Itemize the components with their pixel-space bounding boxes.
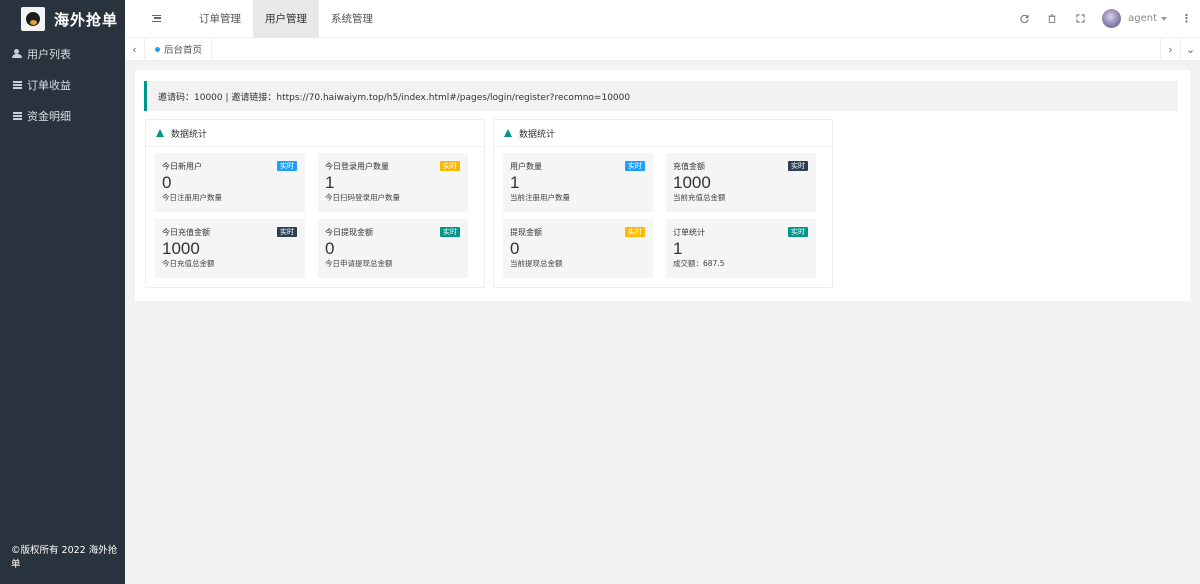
- fullscreen-icon[interactable]: [1066, 0, 1094, 38]
- stat-card: 充值金额 1000 当前充值总金额 实时: [666, 153, 816, 212]
- users-icon: [12, 49, 22, 59]
- panel-title: 数据统计: [519, 129, 556, 140]
- tab-home[interactable]: 后台首页: [145, 37, 213, 61]
- app-title: 海外抢单: [54, 10, 119, 29]
- menu-toggle-button[interactable]: [125, 0, 187, 38]
- realtime-badge: 实时: [440, 161, 460, 171]
- stat-desc: 今日扫码登录用户数量: [325, 193, 400, 202]
- tab-order-management[interactable]: 订单管理: [187, 0, 253, 38]
- sidebar-item-fund-details[interactable]: 资金明细: [0, 100, 125, 131]
- chevron-right-icon[interactable]: ›: [1160, 37, 1180, 61]
- page-tabbar: ‹ 后台首页 › ⌄: [125, 37, 1200, 61]
- main-card: 邀请码：10000 | 邀请链接：https://70.haiwaiym.top…: [135, 70, 1190, 301]
- realtime-badge: 实时: [788, 227, 808, 237]
- sidebar-item-label: 用户列表: [27, 47, 71, 61]
- stat-desc: 当前注册用户数量: [510, 193, 570, 202]
- realtime-badge: 实时: [625, 161, 645, 171]
- side-menu: 用户列表 订单收益 资金明细: [0, 38, 125, 131]
- stat-desc: 当前提现总金额: [510, 259, 563, 268]
- chevron-left-icon[interactable]: ‹: [125, 37, 145, 61]
- stat-desc: 当前充值总金额: [673, 193, 726, 202]
- stat-card: 今日提现金额 0 今日申请提现总金额 实时: [318, 219, 468, 278]
- header-right: agent ⋮: [1010, 0, 1200, 38]
- stat-value: 0: [510, 239, 520, 258]
- tab-home-label: 后台首页: [164, 45, 203, 56]
- trash-icon[interactable]: [1038, 0, 1066, 38]
- more-vertical-icon[interactable]: ⋮: [1181, 12, 1192, 25]
- sidebar-item-order-income[interactable]: 订单收益: [0, 69, 125, 100]
- stat-value: 1: [325, 173, 335, 192]
- stat-desc: 今日申请提现总金额: [325, 259, 393, 268]
- stat-card: 订单统计 1 成交额：687.5 实时: [666, 219, 816, 278]
- warning-icon: [504, 129, 512, 137]
- stat-card: 今日登录用户数量 1 今日扫码登录用户数量 实时: [318, 153, 468, 212]
- stat-value: 1: [673, 239, 683, 258]
- stat-card: 提现金额 0 当前提现总金额 实时: [503, 219, 653, 278]
- chevron-down-icon[interactable]: [1161, 16, 1167, 21]
- logo[interactable]: 海外抢单: [0, 0, 125, 38]
- stat-value: 0: [162, 173, 172, 192]
- stat-card: 今日新用户 0 今日注册用户数量 实时: [155, 153, 305, 212]
- refresh-icon[interactable]: [1010, 0, 1038, 38]
- top-header: 订单管理 用户管理 系统管理 agent ⋮: [125, 0, 1200, 38]
- stats-panel-total: 数据统计 用户数量 1 当前注册用户数量 实时 充值金额 1000 当前充值总金…: [493, 119, 833, 288]
- menu-fold-icon: [151, 15, 161, 22]
- stat-desc: 今日充值总金额: [162, 259, 215, 268]
- stat-value: 0: [325, 239, 335, 258]
- stat-card: 今日充值金额 1000 今日充值总金额 实时: [155, 219, 305, 278]
- panel-header: 数据统计: [146, 120, 484, 147]
- panel-header: 数据统计: [494, 120, 832, 147]
- logo-image: [21, 7, 45, 31]
- active-dot-icon: [155, 46, 160, 52]
- stat-value: 1000: [673, 173, 711, 192]
- tabbar-right: › ⌄: [1160, 37, 1200, 61]
- avatar[interactable]: [1102, 9, 1122, 28]
- stat-desc: 成交额：687.5: [673, 259, 725, 268]
- sidebar-item-label: 订单收益: [27, 78, 71, 92]
- realtime-badge: 实时: [440, 227, 460, 237]
- realtime-badge: 实时: [277, 161, 297, 171]
- warning-icon: [156, 129, 164, 137]
- stat-card: 用户数量 1 当前注册用户数量 实时: [503, 153, 653, 212]
- sidebar: 海外抢单 用户列表 订单收益 资金明细 ©版权所有 2022 海外抢单: [0, 0, 125, 584]
- stats-panel-today: 数据统计 今日新用户 0 今日注册用户数量 实时 今日登录用户数量 1 今日扫码…: [145, 119, 485, 288]
- realtime-badge: 实时: [788, 161, 808, 171]
- copyright: ©版权所有 2022 海外抢单: [11, 545, 118, 570]
- chevron-down-icon[interactable]: ⌄: [1180, 37, 1200, 61]
- list-icon: [12, 80, 22, 90]
- tab-system-management[interactable]: 系统管理: [319, 0, 385, 38]
- sidebar-item-user-list[interactable]: 用户列表: [0, 38, 125, 69]
- stat-value: 1: [510, 173, 520, 192]
- sidebar-item-label: 资金明细: [27, 109, 71, 123]
- tab-user-management[interactable]: 用户管理: [253, 0, 319, 38]
- stat-desc: 今日注册用户数量: [162, 193, 222, 202]
- realtime-badge: 实时: [625, 227, 645, 237]
- stat-value: 1000: [162, 239, 200, 258]
- panel-title: 数据统计: [171, 129, 208, 140]
- user-name[interactable]: agent: [1128, 13, 1157, 24]
- list-icon: [12, 111, 22, 121]
- invite-banner: 邀请码：10000 | 邀请链接：https://70.haiwaiym.top…: [144, 81, 1178, 111]
- realtime-badge: 实时: [277, 227, 297, 237]
